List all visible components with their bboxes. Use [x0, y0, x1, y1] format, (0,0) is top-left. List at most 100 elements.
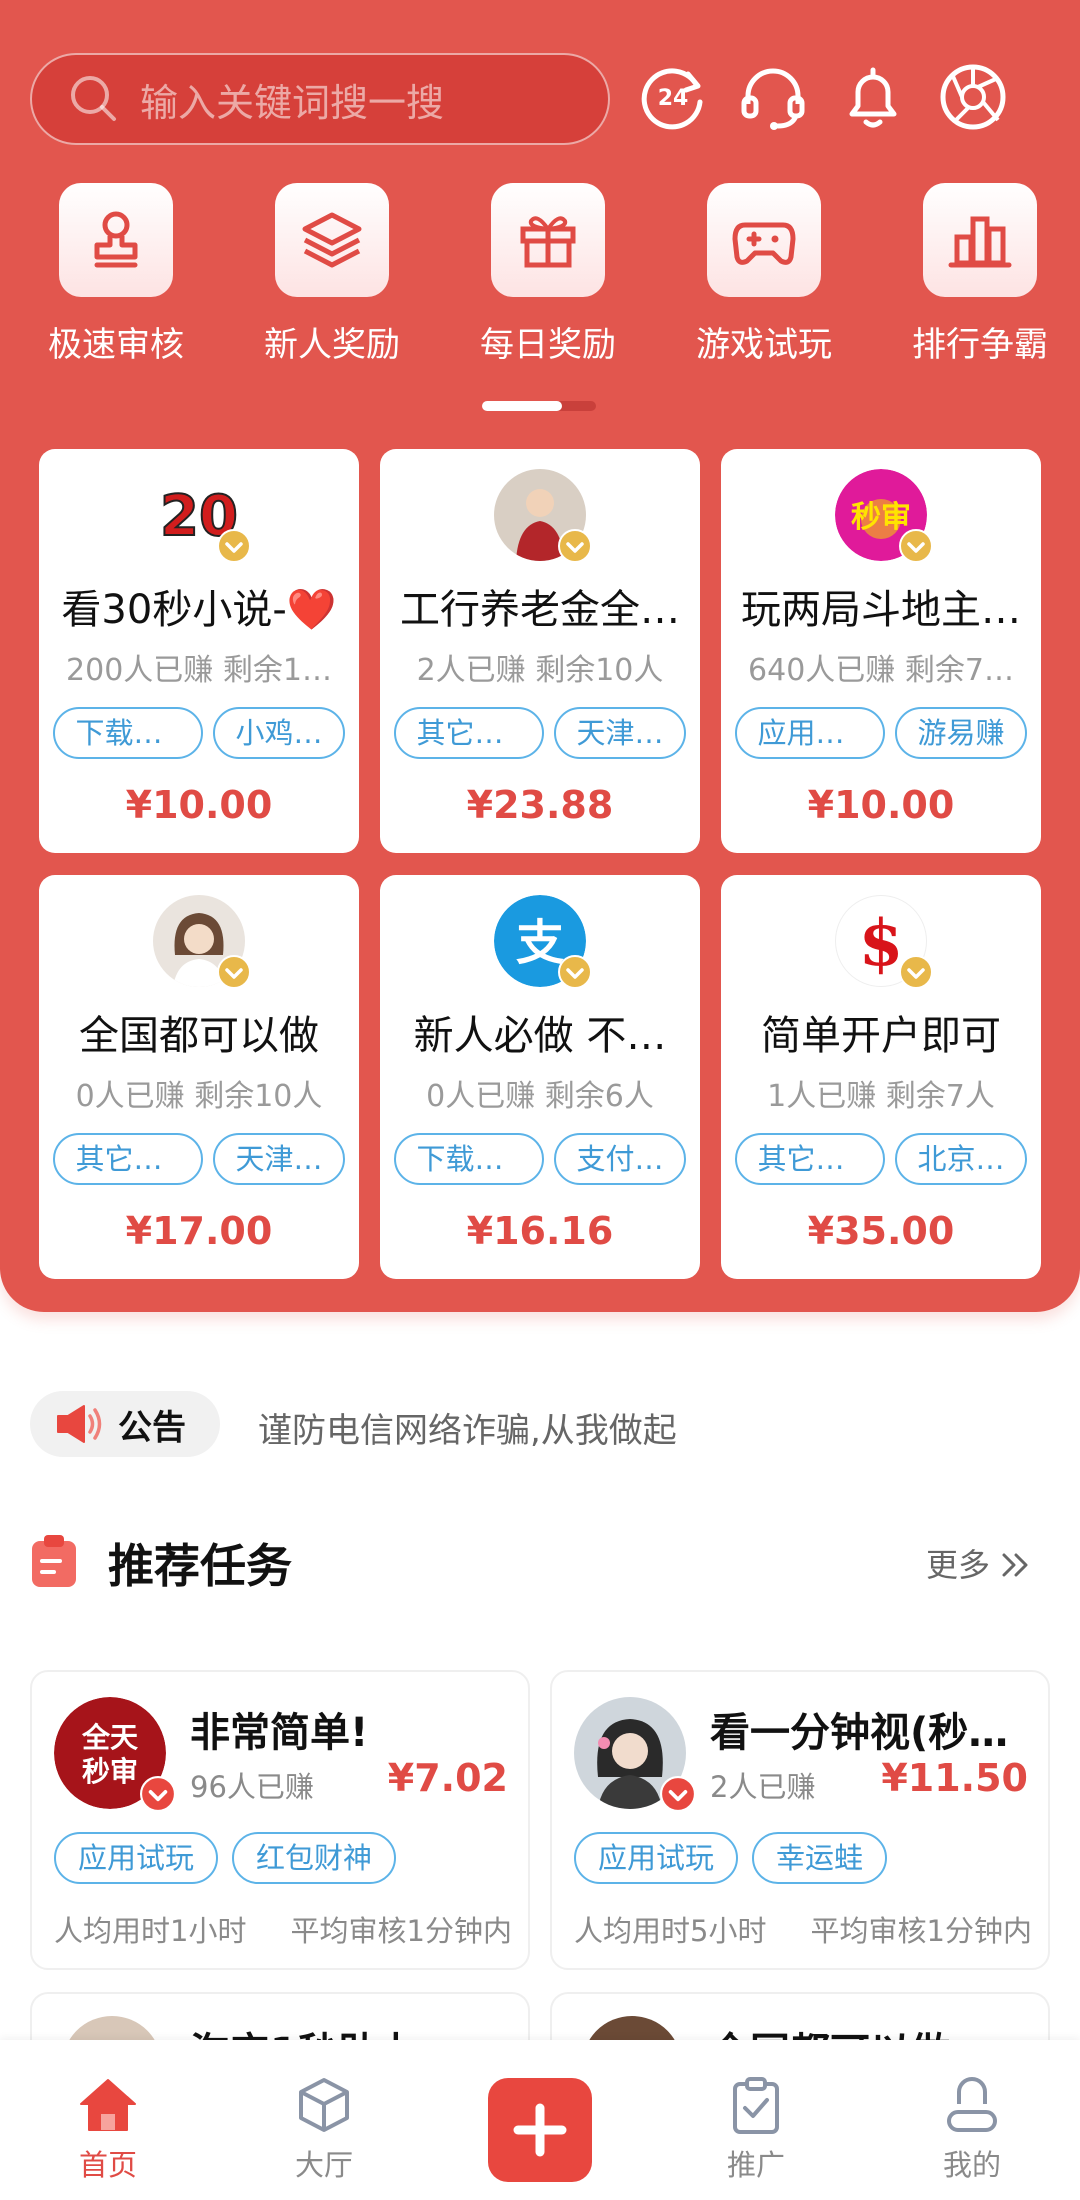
recommend-price: ¥7.02: [387, 1756, 508, 1800]
task-title: 玩两局斗地主…: [741, 587, 1021, 633]
recommend-tags: 应用试玩 幸运蛙: [574, 1832, 888, 1884]
layers-icon: [302, 212, 362, 268]
shortcut-label: 每日奖励: [480, 325, 616, 365]
task-price: ¥17.00: [125, 1209, 273, 1253]
task-tag[interactable]: 红包财神: [232, 1832, 397, 1884]
task-tag[interactable]: 北京…: [895, 1133, 1027, 1185]
gift-icon: [520, 216, 576, 268]
tab-label: 我的: [942, 2148, 1001, 2182]
notice-badge[interactable]: 公告: [30, 1391, 220, 1457]
search-placeholder: 输入关键词搜一搜: [140, 80, 445, 125]
tab-label: 推广: [726, 2148, 785, 2182]
task-price: ¥16.16: [466, 1209, 614, 1253]
shortcut-label: 极速审核: [48, 325, 184, 365]
task-stats: 2人已赚 剩余10人: [416, 653, 664, 688]
task-tag[interactable]: 应用试玩: [735, 707, 886, 759]
aperture-icon[interactable]: [936, 60, 1010, 134]
shortcut-label: 游戏试玩: [696, 325, 832, 365]
notice-text[interactable]: 谨防电信网络诈骗,从我做起: [258, 1403, 677, 1452]
tab-hall[interactable]: 大厅: [244, 2040, 404, 2200]
task-title: 简单开户即可: [761, 1013, 1001, 1059]
task-title: 工行养老金全…: [400, 587, 680, 633]
search-bar[interactable]: 输入关键词搜一搜: [30, 53, 610, 145]
recommend-tags: 应用试玩 红包财神: [54, 1832, 397, 1884]
shortcut-ranking[interactable]: 排行争霸: [880, 183, 1080, 366]
more-link[interactable]: 更多: [926, 1540, 1034, 1586]
task-title: 新人必做 不…: [413, 1013, 667, 1059]
task-stats: 200人已赚 剩余1…: [66, 653, 332, 688]
verified-badge-icon: [899, 955, 933, 989]
svg-text:$: $: [859, 906, 904, 981]
recommend-title: 看一分钟视(秒…: [710, 1710, 1009, 1756]
tab-promote[interactable]: 推广: [676, 2040, 836, 2200]
task-stats: 0人已赚 剩余10人: [75, 1079, 323, 1114]
svg-text:秒审: 秒审: [82, 1755, 138, 1788]
task-card[interactable]: 支 新人必做 不… 0人已赚 剩余6人 下载实名 支付… ¥16.16: [380, 875, 700, 1279]
task-card[interactable]: 全国都可以做 0人已赚 剩余10人 其它任务 天津… ¥17.00: [39, 875, 359, 1279]
task-title: 看30秒小说-❤️: [61, 587, 337, 633]
task-tags: 其它任务 天津…: [45, 1133, 353, 1185]
task-tag[interactable]: 应用试玩: [54, 1832, 219, 1884]
megaphone-icon: [57, 1405, 102, 1443]
task-tag[interactable]: 幸运蛙: [752, 1832, 888, 1884]
notice-label: 公告: [118, 1407, 186, 1448]
shortcut-pager: [482, 401, 596, 411]
recommend-price: ¥11.50: [881, 1756, 1028, 1800]
task-tag[interactable]: 其它任务: [53, 1133, 204, 1185]
verified-badge-icon: [140, 1776, 176, 1812]
svg-text:全天: 全天: [81, 1721, 138, 1754]
task-title: 全国都可以做: [79, 1013, 319, 1059]
section-title: 推荐任务: [108, 1539, 292, 1593]
task-tag[interactable]: 下载APP: [53, 707, 204, 759]
task-tags: 其它任务 北京…: [727, 1133, 1035, 1185]
recommend-earned: 96人已赚: [190, 1770, 314, 1804]
task-price: ¥23.88: [466, 783, 614, 827]
task-price: ¥10.00: [807, 783, 955, 827]
tab-home[interactable]: 首页: [28, 2040, 188, 2200]
bottom-tab-bar: 首页 大厅 推广 我的: [0, 2040, 1080, 2200]
task-tag[interactable]: 天津…: [213, 1133, 345, 1185]
verified-badge-icon: [899, 529, 933, 563]
task-card[interactable]: 秒审 玩两局斗地主… 640人已赚 剩余7… 应用试玩 游易赚 ¥10.00: [721, 449, 1041, 853]
recommend-card[interactable]: 全天 秒审 非常简单! 96人已赚 ¥7.02 应用试玩 红包财神 人均用时1小…: [30, 1670, 530, 1970]
task-tag[interactable]: 游易赚: [895, 707, 1027, 759]
task-list-icon: [32, 1535, 76, 1587]
tab-mine[interactable]: 我的: [892, 2040, 1052, 2200]
recommend-earned: 2人已赚: [710, 1770, 816, 1804]
shortcut-newbie-reward[interactable]: 新人奖励: [232, 183, 432, 366]
24h-refresh-icon[interactable]: 24: [636, 60, 710, 134]
cube-icon: [299, 2078, 349, 2132]
plus-icon: [513, 2103, 567, 2157]
recommend-meta: 人均用时5小时 平均审核1分钟内: [574, 1914, 1032, 1948]
task-stats: 1人已赚 剩余7人: [767, 1079, 995, 1114]
verified-badge-icon: [558, 529, 592, 563]
task-tag[interactable]: 应用试玩: [574, 1832, 739, 1884]
task-tag[interactable]: 其它任务: [735, 1133, 886, 1185]
shortcut-label: 新人奖励: [264, 325, 400, 365]
task-card[interactable]: 工行养老金全… 2人已赚 剩余10人 其它任务 天津… ¥23.88: [380, 449, 700, 853]
verified-badge-icon: [217, 955, 251, 989]
user-icon: [947, 2077, 997, 2132]
task-tag[interactable]: 下载实名: [394, 1133, 545, 1185]
task-tag[interactable]: 小鸡…: [213, 707, 345, 759]
headset-icon[interactable]: [736, 60, 810, 134]
task-tag[interactable]: 支付…: [554, 1133, 686, 1185]
task-tags: 下载实名 支付…: [386, 1133, 694, 1185]
task-card[interactable]: 20 看30秒小说-❤️ 200人已赚 剩余1… 下载APP 小鸡… ¥10.0…: [39, 449, 359, 853]
task-tag[interactable]: 其它任务: [394, 707, 545, 759]
search-icon: [71, 76, 116, 121]
task-tags: 应用试玩 游易赚: [727, 707, 1035, 759]
task-stats: 0人已赚 剩余6人: [426, 1079, 654, 1114]
task-tag[interactable]: 天津…: [554, 707, 686, 759]
shortcut-game-trial[interactable]: 游戏试玩: [664, 183, 864, 366]
task-tags: 其它任务 天津…: [386, 707, 694, 759]
publish-task-button[interactable]: [488, 2078, 592, 2182]
task-card[interactable]: $ 简单开户即可 1人已赚 剩余7人 其它任务 北京… ¥35.00: [721, 875, 1041, 1279]
recommend-card[interactable]: 看一分钟视(秒… 2人已赚 ¥11.50 应用试玩 幸运蛙 人均用时5小时 平均审…: [550, 1670, 1050, 1970]
recommend-meta: 人均用时1小时 平均审核1分钟内: [54, 1914, 512, 1948]
stamp-icon: [94, 211, 138, 268]
bell-icon[interactable]: [836, 60, 910, 134]
header-panel: 输入关键词搜一搜 24 极速审核 新人奖励 每日奖励 游戏试玩 排行争霸 20 …: [0, 0, 1080, 1312]
shortcut-daily-reward[interactable]: 每日奖励: [448, 183, 648, 366]
shortcut-fast-review[interactable]: 极速审核: [16, 183, 216, 366]
